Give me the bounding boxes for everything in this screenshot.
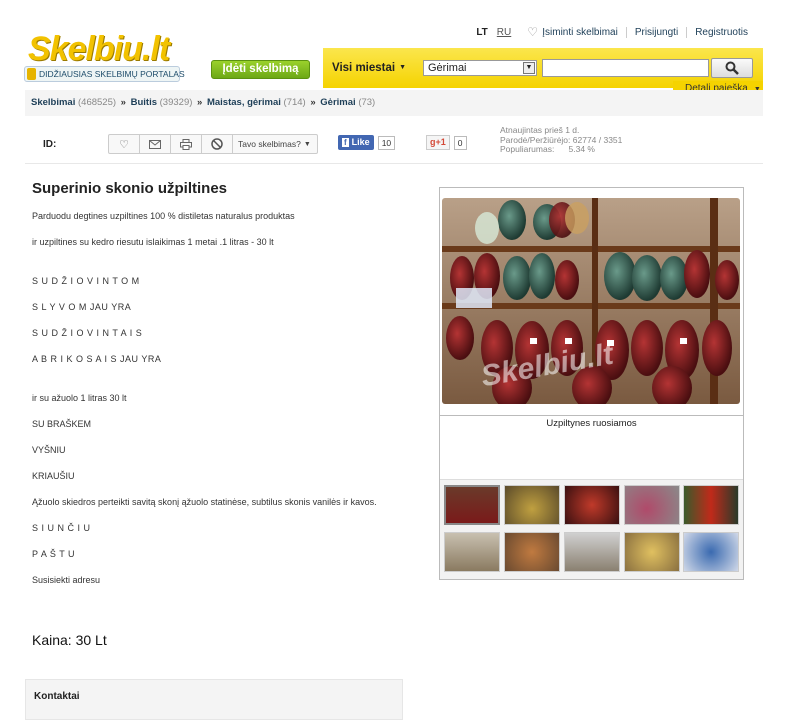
breadcrumb-count: (714): [283, 97, 306, 108]
breadcrumb-separator: »: [197, 97, 203, 108]
breadcrumb-item[interactable]: Skelbimai: [31, 97, 75, 108]
block-icon: [211, 138, 223, 150]
photo-caption: Uzpiltynes ruosiamos: [546, 418, 637, 429]
facebook-icon: f: [342, 138, 349, 147]
ad-text-line: Susisiekti adresu: [32, 575, 101, 585]
dropdown-arrow-icon: ▼: [523, 62, 535, 74]
breadcrumb-separator: »: [310, 97, 316, 108]
bottles-photo: Skelbiu.lt: [442, 198, 740, 404]
chevron-down-icon: ▼: [399, 64, 407, 71]
thumbnail[interactable]: [504, 532, 560, 572]
ad-text-line: S L Y V O M JAU YRA: [32, 302, 132, 312]
post-ad-button[interactable]: Įdėti skelbimą: [211, 60, 310, 79]
google-plus-button[interactable]: g+1: [426, 135, 450, 150]
google-plus-count: 0: [453, 135, 467, 150]
register-link[interactable]: Registruotis: [686, 27, 756, 38]
logo-wordmark: Skelbiu.lt: [28, 30, 170, 68]
breadcrumb-count: (468525): [78, 97, 117, 108]
thumbnail[interactable]: [683, 485, 739, 525]
breadcrumb-count: (39329): [159, 97, 193, 108]
logo-tagline-text: DIDŽIAUSIAS SKELBIMŲ PORTALAS: [39, 69, 185, 79]
printer-icon: [180, 138, 192, 150]
print-button[interactable]: [171, 135, 202, 153]
favorite-button[interactable]: ♡: [109, 135, 140, 153]
ad-id-label: ID:: [43, 139, 57, 150]
login-link[interactable]: Prisijungti: [625, 27, 686, 38]
chevron-down-icon: ▼: [303, 140, 311, 148]
category-select[interactable]: Gėrimai ▼: [423, 60, 537, 76]
ad-text-line: SU BRAŠKEM: [32, 419, 92, 429]
thumbnail[interactable]: [564, 532, 620, 572]
facebook-like-count: 10: [377, 135, 396, 150]
ad-text-line: Parduodu degtines uzpiltines 100 % disti…: [32, 211, 295, 221]
ad-stats: Atnaujintas prieš 1 d. Parodė/Peržiūrėjo…: [500, 125, 622, 155]
lang-ru[interactable]: RU: [497, 27, 511, 38]
saved-ads-link[interactable]: Įsiminti skelbimai: [542, 27, 626, 38]
main-photo[interactable]: Skelbiu.lt: [440, 188, 743, 416]
lang-lt[interactable]: LT: [476, 27, 487, 38]
facebook-like: f Like 10: [338, 135, 396, 150]
ad-title: Superinio skonio užpiltines: [32, 180, 228, 197]
medal-icon: [27, 68, 36, 80]
search-input[interactable]: [542, 59, 709, 77]
facebook-like-button[interactable]: f Like: [338, 135, 374, 150]
google-plus-label: +1: [435, 137, 446, 147]
breadcrumb-item[interactable]: Maistas, gėrimai: [207, 97, 281, 108]
email-button[interactable]: [140, 135, 171, 153]
thumbnail[interactable]: [564, 485, 620, 525]
breadcrumb-separator: »: [120, 97, 126, 108]
your-ad-dropdown[interactable]: Tavo skelbimas? ▼: [233, 135, 317, 153]
ad-tools: ♡ Tavo skelbimas? ▼: [108, 134, 318, 154]
envelope-icon: [149, 139, 161, 149]
ad-text-line: A B R I K O S A I S JAU YRA: [32, 354, 162, 364]
thumbnail[interactable]: [624, 485, 680, 525]
ad-text-line: ir su ažuolo 1 litras 30 lt: [32, 393, 127, 403]
top-links: LT RU ♡ Įsiminti skelbimai Prisijungti R…: [476, 25, 756, 39]
site-logo[interactable]: Skelbiu.lt DIDŽIAUSIAS SKELBIMŲ PORTALAS: [24, 30, 185, 84]
thumbnail-strip: [440, 479, 743, 579]
search-button[interactable]: [711, 58, 753, 78]
ad-text-line: KRIAUŠIU: [32, 471, 75, 481]
breadcrumb-item[interactable]: Gėrimai: [320, 97, 355, 108]
google-plus: g+1 0: [426, 135, 467, 150]
your-ad-label: Tavo skelbimas?: [238, 139, 301, 149]
thumbnail[interactable]: [504, 485, 560, 525]
thumbnail[interactable]: [624, 532, 680, 572]
breadcrumb-count: (73): [358, 97, 376, 108]
city-dropdown-label: Visi miestai: [332, 62, 396, 74]
ad-price: Kaina: 30 Lt: [32, 632, 107, 648]
thumbnail[interactable]: [683, 532, 739, 572]
main-photo-image[interactable]: Skelbiu.lt: [442, 198, 740, 404]
ad-toolbar: ID: ♡ Tavo skelbimas? ▼ f Like 10 g+1 0 At…: [25, 124, 763, 164]
category-select-value: Gėrimai: [428, 62, 467, 74]
report-button[interactable]: [202, 135, 233, 153]
contacts-panel: Kontaktai: [25, 679, 403, 720]
logo-tagline: DIDŽIAUSIAS SKELBIMŲ PORTALAS: [24, 66, 185, 82]
search-icon: [725, 61, 739, 75]
thumbnail[interactable]: [444, 532, 500, 572]
ad-text-line: S U D Ž I O V I N T O M: [32, 276, 140, 286]
heart-icon: ♡: [527, 25, 539, 39]
ad-text-line: VYŠNIU: [32, 445, 66, 455]
ad-text-line: Ąžuolo skiedros perteikti savitą skonį ą…: [32, 497, 377, 507]
contacts-heading: Kontaktai: [34, 691, 80, 702]
ad-text-line: ir uzpiltines su kedro riesutu islaikima…: [32, 237, 274, 247]
facebook-like-label: Like: [351, 137, 370, 147]
ad-text-line: P A Š T U: [32, 549, 76, 559]
photo-gallery: Skelbiu.lt Uzpiltynes ruosiamos: [439, 187, 744, 580]
stats-popularity: Populiarumas: 5.34 %: [500, 144, 595, 154]
thumbnail[interactable]: [444, 485, 500, 525]
ad-text-line: S U D Ž I O V I N T A I S: [32, 328, 143, 338]
city-dropdown[interactable]: Visi miestai ▼: [332, 62, 406, 74]
heart-icon: ♡: [119, 138, 129, 151]
breadcrumb-item[interactable]: Buitis: [131, 97, 157, 108]
breadcrumb: Skelbimai (468525) » Buitis (39329) » Ma…: [25, 90, 763, 116]
ad-text-line: S I U N Č I U: [32, 523, 91, 533]
